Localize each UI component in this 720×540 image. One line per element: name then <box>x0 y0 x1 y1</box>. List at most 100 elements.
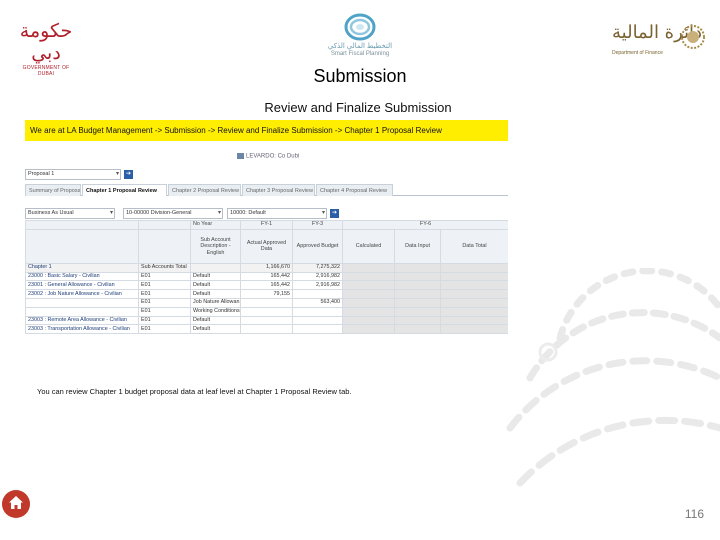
home-button[interactable] <box>2 490 30 518</box>
col-data-total: Data Total <box>439 228 508 264</box>
row-account-name: 23002 : Job Nature Allowance - Civilian <box>25 289 139 299</box>
row-fy6-cell <box>394 315 441 326</box>
row-fy6-cell <box>439 315 508 326</box>
row-sub-account: E01 <box>138 324 191 335</box>
row-sub-account: E01 <box>138 297 191 308</box>
row-fy6-cell <box>342 324 395 335</box>
dof-emblem-icon <box>681 25 705 49</box>
row-sub-account: E01 <box>138 289 191 299</box>
table-row[interactable]: 23000 : Basic Salary - Civilian E01 Defaul… <box>25 271 508 282</box>
department-of-finance-logo: دائرة المالية Department of Finance <box>612 20 706 64</box>
chapter1-review-grid: No Year FY-1 FY-3 FY-6 Sub Account Descr… <box>25 220 508 335</box>
row-sub-account: E01 <box>138 306 191 317</box>
grid-column-header: Sub Account Description - English Actual… <box>25 228 508 264</box>
total-row-fy3: 7,275,322 <box>292 262 343 273</box>
row-sub-account: E01 <box>138 315 191 326</box>
slide-subtitle: Review and Finalize Submission <box>264 100 452 115</box>
tab-2[interactable]: Chapter 1 Proposal Review <box>82 184 167 196</box>
table-row[interactable]: E01 Job Nature Allowan 563,400 <box>25 297 508 308</box>
row-fy6-cell <box>439 289 508 299</box>
row-fy6-cell <box>342 280 395 291</box>
app-screenshot: We are at LA Budget Management -> Submis… <box>25 120 508 358</box>
sfp-ring-icon <box>344 13 376 41</box>
page-number: 116 <box>684 507 704 521</box>
row-fy6-cell <box>342 306 395 317</box>
home-icon <box>9 496 23 509</box>
row-description: Default <box>190 271 241 282</box>
dubai-logo-arabic: حكومة دبي <box>19 20 73 64</box>
breadcrumb: We are at LA Budget Management -> Submis… <box>25 120 508 141</box>
table-row[interactable]: 23003 : Remote Area Allowance - Civilian… <box>25 315 508 326</box>
row-fy6-cell <box>394 297 441 308</box>
row-fy6-cell <box>394 280 441 291</box>
col-sub-account-desc: Sub Account Description - English <box>190 228 241 264</box>
government-of-dubai-logo: حكومة دبي GOVERNMENT OF DUBAI <box>18 20 74 77</box>
row-description: Job Nature Allowan <box>190 297 241 308</box>
group-no-year: No Year <box>190 220 241 230</box>
row-fy3-value: 2,916,982 <box>292 271 343 282</box>
sfp-logo-arabic: التخطيط المالي الذكي <box>327 43 393 50</box>
row-account-name: 23003 : Remote Area Allowance - Civilian <box>25 315 139 326</box>
col-approved-budget: Approved Budget <box>292 228 343 264</box>
scenario-dropdown[interactable]: Proposal 1 <box>25 168 121 180</box>
row-account-name: 23003 : Transportation Allowance - Civil… <box>25 324 139 335</box>
row-fy3-value: 2,916,982 <box>292 280 343 291</box>
row-account-name: 23000 : Basic Salary - Civilian <box>25 271 139 282</box>
row-fy6-cell <box>439 324 508 335</box>
row-fy3-value <box>292 306 343 317</box>
pov-version-dropdown[interactable]: Business As Usual <box>25 207 115 219</box>
row-description: Working Conditions <box>190 306 241 317</box>
pov-entity-dropdown[interactable]: 10-00000 Division-General <box>123 207 223 219</box>
go-arrow-icon[interactable]: ➔ <box>330 208 339 218</box>
table-row[interactable]: 23001 : General Allowance - Civilian E01 D… <box>25 280 508 291</box>
form-icon <box>237 153 244 159</box>
row-sub-account: E01 <box>138 280 191 291</box>
row-fy1-value: 165,442 <box>240 271 293 282</box>
workspace-title: LEVARDO: Co Dubi <box>237 153 299 160</box>
row-fy3-value: 563,400 <box>292 297 343 308</box>
pov-row: Business As Usual 10-00000 Division-Gene… <box>25 207 339 219</box>
tab-1[interactable]: Summary of Proposal <box>25 184 81 196</box>
row-fy6-cell <box>342 289 395 299</box>
go-arrow-icon[interactable]: ➔ <box>124 169 133 179</box>
row-description: Default <box>190 289 241 299</box>
row-fy6-cell <box>439 280 508 291</box>
tab-5[interactable]: Chapter 4 Proposal Review <box>316 184 393 196</box>
total-row-sub: Sub Accounts Total <box>138 262 191 273</box>
group-fy1: FY-1 <box>240 220 293 230</box>
row-fy1-value: 165,442 <box>240 280 293 291</box>
slide-caption: You can review Chapter 1 budget proposal… <box>37 387 352 396</box>
row-fy1-value <box>240 324 293 335</box>
row-fy6-cell <box>342 315 395 326</box>
tab-4[interactable]: Chapter 3 Proposal Review <box>242 184 315 196</box>
row-description: Default <box>190 280 241 291</box>
row-fy6-cell <box>394 271 441 282</box>
row-fy6-cell <box>342 271 395 282</box>
row-account-name <box>25 306 139 317</box>
row-fy1-value <box>240 315 293 326</box>
pov-fund-dropdown[interactable]: 10000: Default <box>227 207 327 219</box>
col-actual-approved: Actual Approved Data <box>240 228 293 264</box>
table-row[interactable]: E01 Working Conditions <box>25 306 508 317</box>
row-account-name <box>25 297 139 308</box>
row-fy6-cell <box>394 324 441 335</box>
row-description: Default <box>190 315 241 326</box>
slide-title: Submission <box>313 66 407 86</box>
row-fy3-value <box>292 324 343 335</box>
sfp-logo-english: Smart Fiscal Planning <box>330 51 390 57</box>
total-row: Chapter 1 Sub Accounts Total 1,166,670 7… <box>25 262 508 273</box>
tab-bar: Summary of Proposal Chapter 1 Proposal Re… <box>25 184 508 196</box>
col-calculated: Calculated <box>342 228 395 264</box>
tab-3[interactable]: Chapter 2 Proposal Review <box>168 184 241 196</box>
table-row[interactable]: 23003 : Transportation Allowance - Civil… <box>25 324 508 335</box>
row-fy1-value <box>240 306 293 317</box>
grid-group-header: No Year FY-1 FY-3 FY-6 <box>25 220 508 230</box>
row-fy3-value <box>292 289 343 299</box>
group-fy6: FY-6 <box>341 220 508 230</box>
table-row[interactable]: 23002 : Job Nature Allowance - Civilian E… <box>25 289 508 299</box>
workspace-title-text: LEVARDO: Co Dubi <box>246 153 300 160</box>
row-fy1-value <box>240 297 293 308</box>
total-row-name: Chapter 1 <box>25 262 139 273</box>
row-account-name: 23001 : General Allowance - Civilian <box>25 280 139 291</box>
row-description: Default <box>190 324 241 335</box>
